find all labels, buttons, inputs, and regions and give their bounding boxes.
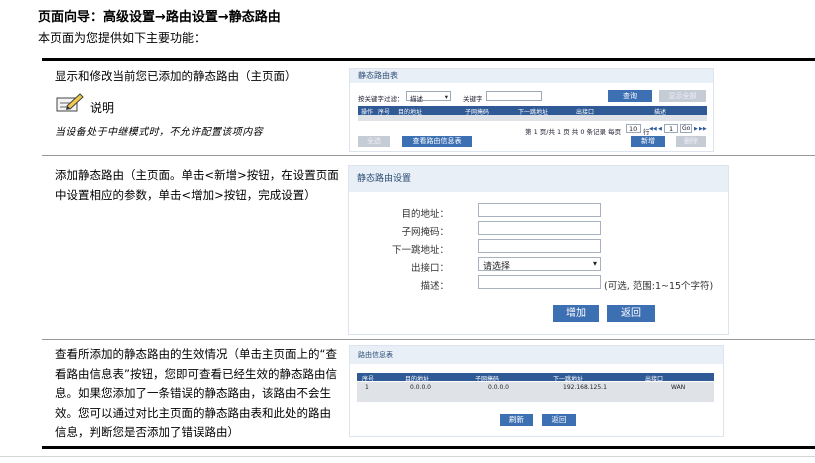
footer-line [0, 456, 815, 457]
desc-input[interactable] [478, 275, 601, 289]
dest-input[interactable] [478, 203, 601, 217]
go-button[interactable]: Go [680, 124, 692, 133]
keyword-input[interactable] [486, 91, 542, 101]
divider [42, 155, 815, 156]
desc-label: 描述： [420, 281, 449, 292]
route-setup-panel: 静态路由设置 目的地址： 子网掩码： 下一跳地址： 出接口： 请选择 ▾ 描述：… [348, 165, 729, 335]
select-all-button[interactable]: 全选 [358, 136, 390, 147]
dest-label: 目的地址： [401, 209, 449, 220]
section-desc-1: 显示和修改当前您已添加的静态路由（主页面） [55, 69, 297, 83]
filter-label: 按关键字过滤： [358, 95, 404, 103]
chevron-down-icon: ▾ [444, 93, 448, 101]
page-input[interactable]: 1 [664, 124, 678, 133]
info-cell-mask: 0.0.0.0 [488, 384, 509, 391]
iface-select-value: 请选择 [483, 262, 511, 272]
section-desc-2: 添加静态路由（主页面。单击<新增>按钮，在设置页面中设置相应的参数，单击<增加>… [55, 168, 339, 202]
route-setup-header: 静态路由设置 [349, 166, 728, 192]
info-cell-index: 1 [365, 384, 369, 391]
info-back-button[interactable]: 返回 [542, 414, 576, 426]
route-info-panel: 路由信息表 序号 目的地址 子网掩码 下一跳地址 出接口 1 0.0.0.0 0… [349, 345, 724, 437]
info-cell-dest: 0.0.0.0 [410, 384, 431, 391]
desc-hint: (可选, 范围:1~15个字符) [604, 281, 714, 292]
filter-select-value: 描述 [410, 95, 423, 103]
route-info-header: 路由信息表 [350, 346, 723, 364]
nexthop-input[interactable] [478, 239, 601, 253]
page-intro: 本页面为您提供如下主要功能： [38, 31, 207, 45]
view-route-info-button[interactable]: 查看路由信息表 [402, 136, 472, 147]
divider [42, 446, 815, 449]
first-page-icon[interactable]: ◀◀ [649, 126, 657, 132]
route-info-empty-row [357, 393, 714, 402]
route-info-header-row: 序号 目的地址 子网掩码 下一跳地址 出接口 [357, 373, 714, 383]
chevron-down-icon: ▾ [592, 259, 597, 268]
mask-input[interactable] [478, 221, 601, 235]
per-page-input[interactable]: 10 [626, 124, 641, 133]
iface-select[interactable]: 请选择 ▾ [478, 257, 601, 272]
table-row: 1 0.0.0.0 0.0.0.0 192.168.125.1 WAN [357, 382, 714, 393]
route-table-empty-row [358, 115, 707, 121]
filter-select[interactable]: 描述 ▾ [406, 91, 451, 103]
add-new-button[interactable]: 新增 [631, 136, 665, 147]
note-text: 当设备处于中继模式时，不允许配置该项内容 [55, 127, 263, 138]
go-label: Go [682, 125, 691, 132]
show-all-button[interactable]: 显示全部 [659, 90, 706, 102]
nexthop-label: 下一跳地址： [391, 245, 449, 256]
route-table-panel: 静态路由表 按关键字过滤： 描述 ▾ 关键字 查询 显示全部 操作 序号 目的地… [349, 68, 714, 152]
delete-button[interactable]: 删除 [676, 136, 706, 147]
keyword-label: 关键字 [463, 95, 483, 103]
route-table-header-row: 操作 序号 目的地址 子网掩码 下一跳地址 出接口 描述 [358, 106, 707, 116]
note-label: 说明 [90, 101, 115, 115]
refresh-button[interactable]: 刷新 [500, 414, 533, 426]
per-page-value: 10 [629, 125, 638, 133]
back-button[interactable]: 返回 [607, 305, 655, 322]
next-page-icon[interactable]: ▶ [694, 126, 698, 132]
route-table-header: 静态路由表 [350, 69, 713, 83]
prev-page-icon[interactable]: ◀ [658, 126, 662, 132]
last-page-icon[interactable]: ▶▶ [699, 126, 707, 132]
page-input-value: 1 [669, 125, 674, 133]
search-button[interactable]: 查询 [608, 90, 652, 102]
note-pencil-icon [55, 92, 85, 114]
info-cell-iface: WAN [671, 384, 686, 391]
pagination-text: 第 1 页/共 1 页 共 0 条记录 每页 [525, 128, 622, 136]
mask-label: 子网掩码： [401, 227, 449, 238]
info-cell-nexthop: 192.168.125.1 [563, 384, 607, 391]
iface-label: 出接口： [410, 263, 449, 274]
add-button[interactable]: 增加 [553, 305, 599, 322]
divider [42, 339, 815, 340]
section-desc-3: 查看所添加的静态路由的生效情况（单击主页面上的“查看路由信息表”按钮，您即可查看… [55, 347, 337, 439]
page-title: 页面向导：高级设置→路由设置→静态路由 [38, 10, 281, 25]
divider [42, 58, 815, 61]
